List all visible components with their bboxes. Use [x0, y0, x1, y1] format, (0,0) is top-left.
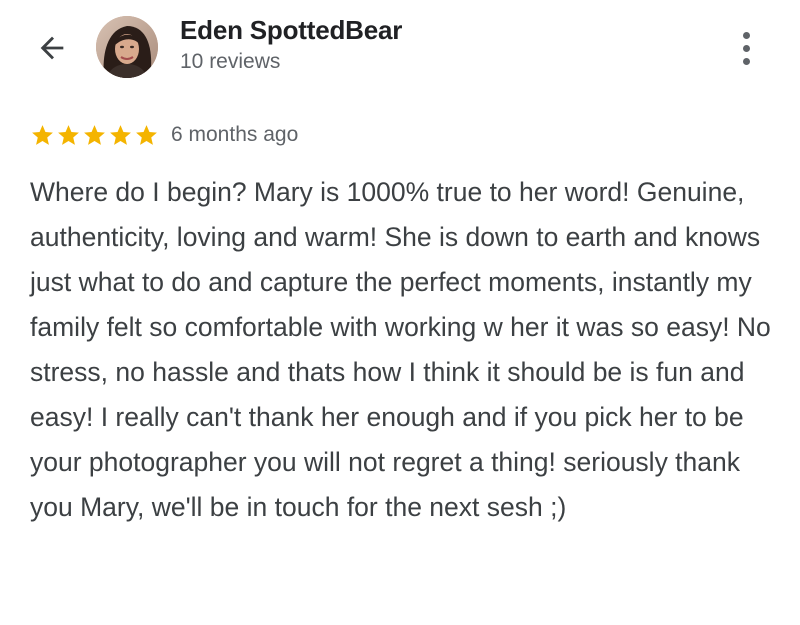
more-options-button[interactable]	[728, 28, 764, 68]
back-button[interactable]	[30, 26, 74, 70]
review-text: Where do I begin? Mary is 1000% true to …	[30, 177, 771, 522]
reviewer-name[interactable]: Eden SpottedBear	[180, 15, 402, 46]
more-vert-icon	[742, 31, 750, 39]
review-header: Eden SpottedBear 10 reviews	[0, 0, 800, 100]
star-icon	[84, 124, 105, 145]
arrow-left-icon	[40, 36, 64, 60]
star-icon	[58, 124, 79, 145]
review-count[interactable]: 10 reviews	[180, 50, 280, 74]
rating-row: 6 months ago	[30, 118, 298, 152]
avatar[interactable]	[96, 16, 158, 78]
star-icon	[136, 124, 157, 145]
star-icon	[32, 124, 53, 145]
star-rating	[30, 123, 159, 148]
review-date: 6 months ago	[171, 123, 299, 146]
star-icon	[110, 124, 131, 145]
avatar-photo	[96, 16, 158, 78]
